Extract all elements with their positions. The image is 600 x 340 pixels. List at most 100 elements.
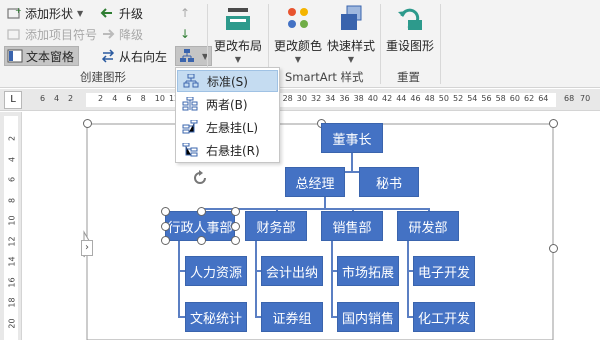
org-node-sub-3-2[interactable]: 国内销售 [337,302,399,332]
selection-handle[interactable] [231,222,240,231]
org-node-sub-3-1[interactable]: 市场拓展 [337,256,399,286]
text-pane-label: 文本窗格 [26,49,75,64]
dropdown-arrow-icon: ▼ [77,8,84,18]
add-shape-icon: + [6,5,22,21]
swap-arrows-icon [100,48,116,64]
group-separator [440,4,441,84]
connector-line [178,240,180,318]
connector-line [255,240,257,318]
quick-styles-label: 快速样式 [326,39,375,53]
smartart-styles-group-label: SmartArt 样式 [285,70,364,84]
menu-item-label: 两者(B) [206,97,248,112]
resize-handle[interactable] [549,244,558,253]
ruler-number: 64 [538,94,549,103]
ruler-number: 30 [296,94,307,103]
reset-graphic-button[interactable]: 重设图形 [384,4,436,54]
move-up-button[interactable]: ↑ [180,3,190,23]
menu-item-left-hanging[interactable]: 左悬挂(L) [177,116,278,138]
add-bullet-icon [6,26,22,42]
vertical-ruler-number: 20 [7,317,17,329]
document-canvas[interactable]: › 董事长 总经理 秘书 行政人事部 财务部 销售部 研发部 人力资源 会计出纳… [23,112,600,340]
change-layout-button[interactable]: 更改布局 ▼ [212,4,264,64]
org-node-dept-3[interactable]: 销售部 [321,211,383,241]
ruler-number: 10 [154,94,165,103]
add-shape-button[interactable]: + 添加形状 ▼ [6,3,83,23]
group-separator [380,4,381,84]
color-dots-icon [282,4,314,34]
demote-button[interactable]: 降级 [100,24,143,44]
text-pane-button[interactable]: 文本窗格 [4,46,80,66]
vertical-ruler-number: 18 [7,297,17,308]
ruler-number: 2 [98,94,104,103]
layout-dropdown-menu: 标准(S) 两者(B) 左悬挂(L) 右悬挂(R) [175,67,280,163]
vertical-ruler-number: 10 [7,215,17,226]
menu-item-both[interactable]: 两者(B) [177,93,278,115]
quick-styles-button[interactable]: 快速样式 ▼ [325,4,377,64]
change-colors-label: 更改颜色 [273,39,322,53]
org-node-sub-4-2[interactable]: 化工开发 [413,302,475,332]
vertical-ruler-number: 12 [7,235,17,247]
expand-text-pane-button[interactable]: › [81,240,93,256]
vertical-ruler-number: 6 [7,176,17,183]
selection-handle[interactable] [161,207,170,216]
vertical-ruler-number: 2 [7,135,17,142]
move-down-button[interactable]: ↓ [180,24,190,44]
ruler-number: 44 [396,94,407,103]
org-node-chairman[interactable]: 董事长 [321,123,383,153]
right-to-left-button[interactable]: 从右向左 [100,46,167,66]
ruler-number: 38 [353,94,364,103]
org-standard-icon [183,73,199,88]
change-colors-button[interactable]: 更改颜色 ▼ [272,4,324,64]
ruler-number: 34 [325,94,336,103]
rotate-handle-icon[interactable] [191,169,209,187]
org-node-sub-1-1[interactable]: 人力资源 [185,256,247,286]
dropdown-arrow-icon: ▼ [294,55,302,64]
menu-item-label: 左悬挂(L) [206,120,259,135]
vertical-ruler-number: 4 [7,156,17,162]
org-node-dept-4[interactable]: 研发部 [397,211,459,241]
ruler-number: 70 [580,94,591,103]
reset-graphic-icon [394,4,426,34]
menu-item-right-hanging[interactable]: 右悬挂(R) [177,139,278,161]
ruler-number: 4 [54,94,60,103]
connector-line [331,240,333,318]
org-node-sub-1-2[interactable]: 文秘统计 [185,302,247,332]
selection-handle[interactable] [161,222,170,231]
org-layout-icon [179,48,195,64]
text-pane-icon [7,48,23,64]
arrow-up-icon: ↑ [180,6,191,20]
ruler-number: 46 [410,94,421,103]
reset-graphic-label: 重设图形 [385,39,434,53]
arrow-left-icon [100,5,116,21]
selection-handle[interactable] [231,207,240,216]
resize-handle[interactable] [83,119,92,128]
selection-handle[interactable] [197,207,206,216]
menu-item-label: 右悬挂(R) [206,143,260,158]
add-bullet-label: 添加项目符号 [25,27,98,42]
org-node-dept-2[interactable]: 财务部 [245,211,307,241]
selection-handle[interactable] [161,236,170,245]
org-node-secretary[interactable]: 秘书 [359,167,419,197]
ruler-number: 68 [564,94,575,103]
menu-item-standard[interactable]: 标准(S) [177,70,278,92]
tab-selector[interactable]: L [4,91,22,109]
promote-button[interactable]: 升级 [100,3,143,23]
org-node-gm[interactable]: 总经理 [285,167,345,197]
ruler-number: 56 [481,94,492,103]
selection-handle[interactable] [231,236,240,245]
right-to-left-label: 从右向左 [119,49,168,64]
ruler-number: 42 [382,94,393,103]
ruler-number: 40 [367,94,378,103]
menu-item-label: 标准(S) [207,74,248,89]
org-node-sub-2-2[interactable]: 证券组 [261,302,323,332]
svg-text:+: + [15,6,22,15]
org-node-sub-2-1[interactable]: 会计出纳 [261,256,323,286]
org-node-sub-4-1[interactable]: 电子开发 [413,256,475,286]
vertical-ruler-number: 16 [7,276,17,288]
ruler-number: 2 [68,94,74,103]
quick-styles-icon [335,4,367,34]
add-bullet-button[interactable]: 添加项目符号 [6,24,97,44]
change-layout-icon [222,4,254,34]
selection-handle[interactable] [197,236,206,245]
resize-handle[interactable] [549,119,558,128]
